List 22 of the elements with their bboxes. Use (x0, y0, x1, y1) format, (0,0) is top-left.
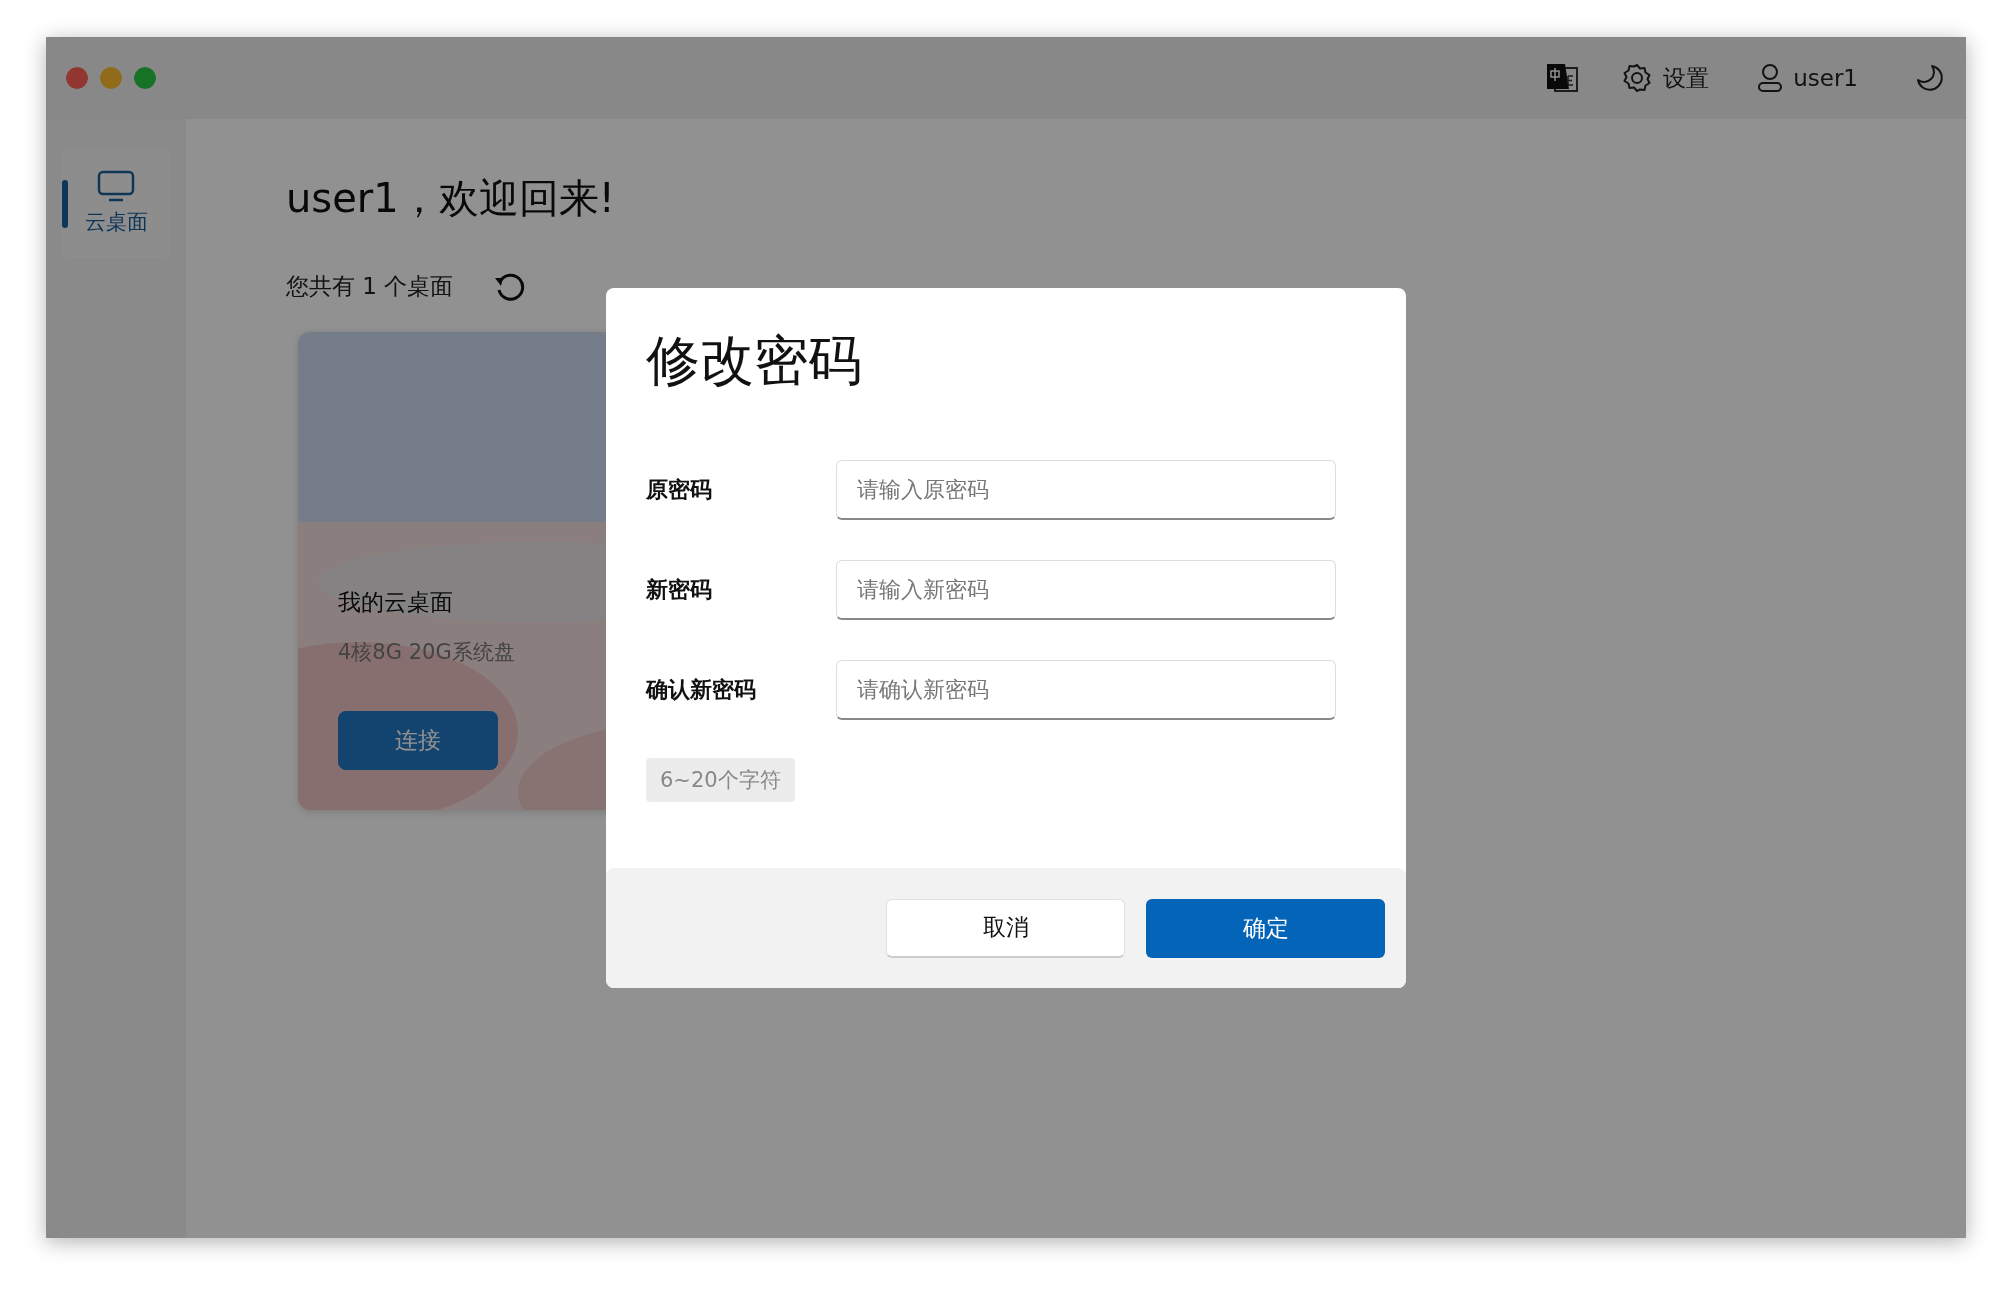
field-label: 原密码 (646, 476, 713, 504)
desktop-count: 您共有 1 个桌面 (286, 271, 454, 301)
settings-label[interactable]: 设置 (1663, 62, 1710, 94)
field-label: 确认新密码 (646, 676, 757, 704)
username-label[interactable]: user1 (1793, 65, 1858, 91)
language-switch-icon[interactable] (1545, 62, 1580, 94)
sidebar-item[interactable]: 云桌面 (61, 148, 171, 258)
confirm-button[interactable]: 确定 (1146, 898, 1385, 958)
desktop-name: 我的云桌面 (338, 588, 453, 617)
password-field[interactable]: 请确认新密码 (836, 660, 1336, 720)
password-hint: 6~20个字符 (646, 758, 795, 802)
user-icon[interactable] (1757, 63, 1784, 93)
field-label: 新密码 (646, 576, 713, 604)
desktop-specs: 4核8G 20G系统盘 (338, 639, 515, 666)
welcome-heading: user1，欢迎回来! (286, 174, 615, 223)
password-field[interactable]: 请输入原密码 (836, 460, 1336, 520)
moon-icon[interactable] (1916, 64, 1944, 92)
cancel-button[interactable]: 取消 (886, 898, 1125, 958)
connect-button[interactable]: 连接 (338, 711, 498, 770)
monitor-icon (97, 170, 135, 202)
dialog-title: 修改密码 (646, 328, 863, 394)
password-field[interactable]: 请输入新密码 (836, 560, 1336, 620)
